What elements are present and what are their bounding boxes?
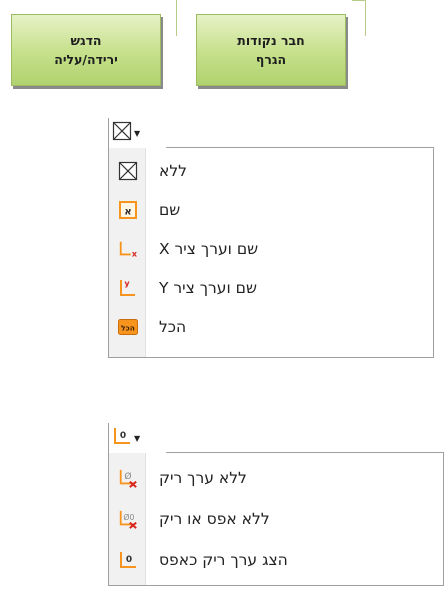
svg-text:א: א bbox=[124, 206, 131, 217]
svg-text:y: y bbox=[124, 279, 130, 288]
button-label-line1: הדגש bbox=[70, 33, 102, 48]
menu-item-label: ללא bbox=[159, 161, 187, 180]
connect-graph-points-button[interactable]: חבר נקודות הגרף bbox=[196, 14, 346, 86]
svg-text:Ø0: Ø0 bbox=[123, 512, 134, 521]
all-badge-icon: הכל bbox=[118, 317, 138, 337]
menu-item-label: שם bbox=[159, 200, 181, 219]
x-box-icon bbox=[112, 121, 132, 145]
menu-item-name[interactable]: א שם bbox=[109, 191, 433, 228]
connector-line bbox=[352, 0, 366, 1]
empty-value-delete-icon: Ø bbox=[118, 468, 138, 488]
show-empty-as-zero-icon: 0 bbox=[118, 550, 138, 570]
zero-or-empty-delete-icon: Ø0 bbox=[118, 509, 138, 529]
menu-item-name-y-value[interactable]: y שם וערך ציר Y bbox=[109, 269, 433, 306]
empty-value-dropdown-trigger[interactable]: 0 ▼ bbox=[108, 423, 166, 453]
label-mode-dropdown-trigger[interactable]: ▼ bbox=[108, 118, 166, 148]
connector-line bbox=[365, 0, 366, 36]
highlight-rise-fall-button[interactable]: הדגש ירידה/עליה bbox=[11, 14, 161, 86]
button-label-line1: חבר נקודות bbox=[237, 33, 305, 48]
menu-item-label: שם וערך ציר X bbox=[159, 239, 259, 258]
chevron-down-icon: ▼ bbox=[134, 128, 141, 138]
name-letter-icon: א bbox=[118, 200, 138, 220]
svg-text:x: x bbox=[132, 248, 138, 258]
connector-line bbox=[176, 0, 177, 36]
svg-text:Ø: Ø bbox=[124, 470, 131, 481]
menu-item-label: ללא אפס או ריק bbox=[159, 509, 270, 528]
axis-y-value-icon: y bbox=[118, 278, 138, 298]
svg-text:0: 0 bbox=[126, 555, 132, 565]
menu-item-label: הצג ערך ריק כאפס bbox=[159, 550, 288, 569]
menu-item-label: שם וערך ציר Y bbox=[159, 278, 257, 297]
menu-edge bbox=[108, 423, 109, 453]
chevron-down-icon: ▼ bbox=[134, 433, 141, 443]
svg-text:הכל: הכל bbox=[121, 323, 135, 332]
empty-value-menu: Ø ללא ערך ריק Ø0 ללא אפס או ריק 0 הצג ער… bbox=[108, 453, 444, 586]
menu-item-none[interactable]: ללא bbox=[109, 152, 433, 189]
menu-item-no-zero-or-empty[interactable]: Ø0 ללא אפס או ריק bbox=[109, 500, 443, 537]
x-box-icon bbox=[118, 161, 138, 181]
menu-item-all[interactable]: הכל הכל bbox=[109, 308, 433, 345]
axis-x-value-icon: x bbox=[118, 239, 138, 259]
menu-edge bbox=[108, 118, 109, 148]
menu-item-label: הכל bbox=[159, 317, 187, 336]
menu-item-show-empty-as-zero[interactable]: 0 הצג ערך ריק כאפס bbox=[109, 541, 443, 578]
menu-item-name-x-value[interactable]: x שם וערך ציר X bbox=[109, 230, 433, 267]
button-label-line2: הגרף bbox=[255, 52, 287, 67]
zero-axis-icon: 0 bbox=[112, 426, 132, 450]
button-label-line2: ירידה/עליה bbox=[54, 52, 118, 67]
svg-text:0: 0 bbox=[120, 431, 126, 441]
label-mode-menu: ללא א שם x שם וערך ציר X y שם וערך ציר Y… bbox=[108, 148, 434, 358]
menu-item-no-empty-value[interactable]: Ø ללא ערך ריק bbox=[109, 459, 443, 496]
menu-item-label: ללא ערך ריק bbox=[159, 468, 247, 487]
